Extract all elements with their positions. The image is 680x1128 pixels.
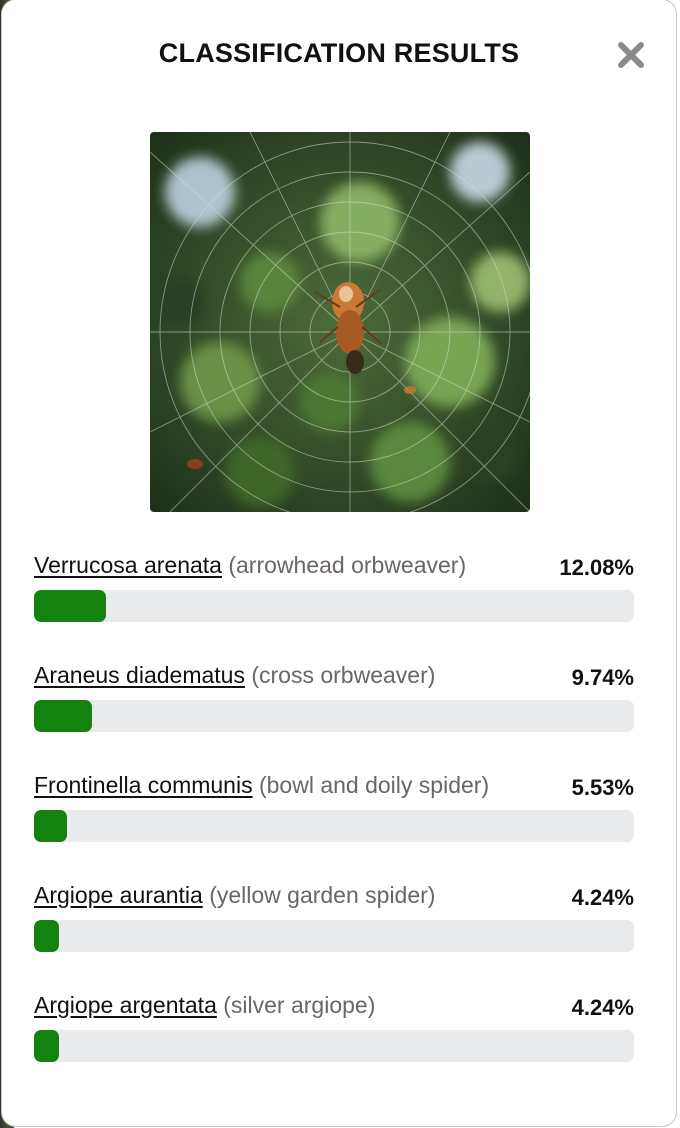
- classified-photo: [150, 132, 530, 512]
- scientific-name-link[interactable]: Frontinella communis: [34, 772, 253, 798]
- result-item: Argiope aurantia (yellow garden spider) …: [34, 875, 634, 985]
- confidence-bar: [34, 700, 634, 732]
- result-header: Verrucosa arenata (arrowhead orbweaver) …: [34, 545, 634, 585]
- percent-label: 4.24%: [571, 885, 634, 910]
- confidence-bar: [34, 590, 634, 622]
- confidence-bar-fill: [34, 810, 68, 842]
- confidence-bar: [34, 920, 634, 952]
- scientific-name-link[interactable]: Verrucosa arenata: [34, 552, 222, 578]
- result-item: Frontinella communis (bowl and doily spi…: [34, 765, 634, 875]
- modal-title: CLASSIFICATION RESULTS: [158, 38, 520, 68]
- result-item: Argiope argentata (silver argiope) 4.24%: [34, 985, 634, 1095]
- spider-web-photo: [150, 132, 530, 512]
- common-name: (yellow garden spider): [209, 882, 436, 908]
- common-name: (cross orbweaver): [251, 662, 436, 688]
- close-x-icon: [618, 42, 644, 68]
- common-name: (bowl and doily spider): [258, 772, 490, 798]
- percent-label: 5.53%: [571, 775, 634, 800]
- confidence-bar-fill: [34, 920, 60, 952]
- scientific-name-link[interactable]: Araneus diadematus: [34, 662, 245, 688]
- results-list: Verrucosa arenata (arrowhead orbweaver) …: [34, 545, 634, 1095]
- confidence-bar: [34, 1030, 634, 1062]
- classification-results-modal: CLASSIFICATION RESULTS Verrucosa arenata…: [2, 0, 676, 1126]
- result-item: Verrucosa arenata (arrowhead orbweaver) …: [34, 545, 634, 655]
- scientific-name-link[interactable]: Argiope argentata: [34, 992, 217, 1018]
- percent-label: 4.24%: [571, 995, 634, 1020]
- confidence-bar: [34, 810, 634, 842]
- result-header: Frontinella communis (bowl and doily spi…: [34, 765, 634, 805]
- result-item: Araneus diadematus (cross orbweaver) 9.7…: [34, 655, 634, 765]
- confidence-bar-fill: [34, 700, 93, 732]
- result-header: Argiope aurantia (yellow garden spider) …: [34, 875, 634, 915]
- scientific-name-link[interactable]: Argiope aurantia: [34, 882, 203, 908]
- common-name: (arrowhead orbweaver): [228, 552, 467, 578]
- percent-label: 9.74%: [571, 665, 634, 690]
- result-header: Argiope argentata (silver argiope) 4.24%: [34, 985, 634, 1025]
- percent-label: 12.08%: [559, 555, 634, 580]
- confidence-bar-fill: [34, 590, 107, 622]
- close-button[interactable]: [616, 40, 646, 70]
- confidence-bar-fill: [34, 1030, 60, 1062]
- common-name: (silver argiope): [223, 992, 376, 1018]
- result-header: Araneus diadematus (cross orbweaver) 9.7…: [34, 655, 634, 695]
